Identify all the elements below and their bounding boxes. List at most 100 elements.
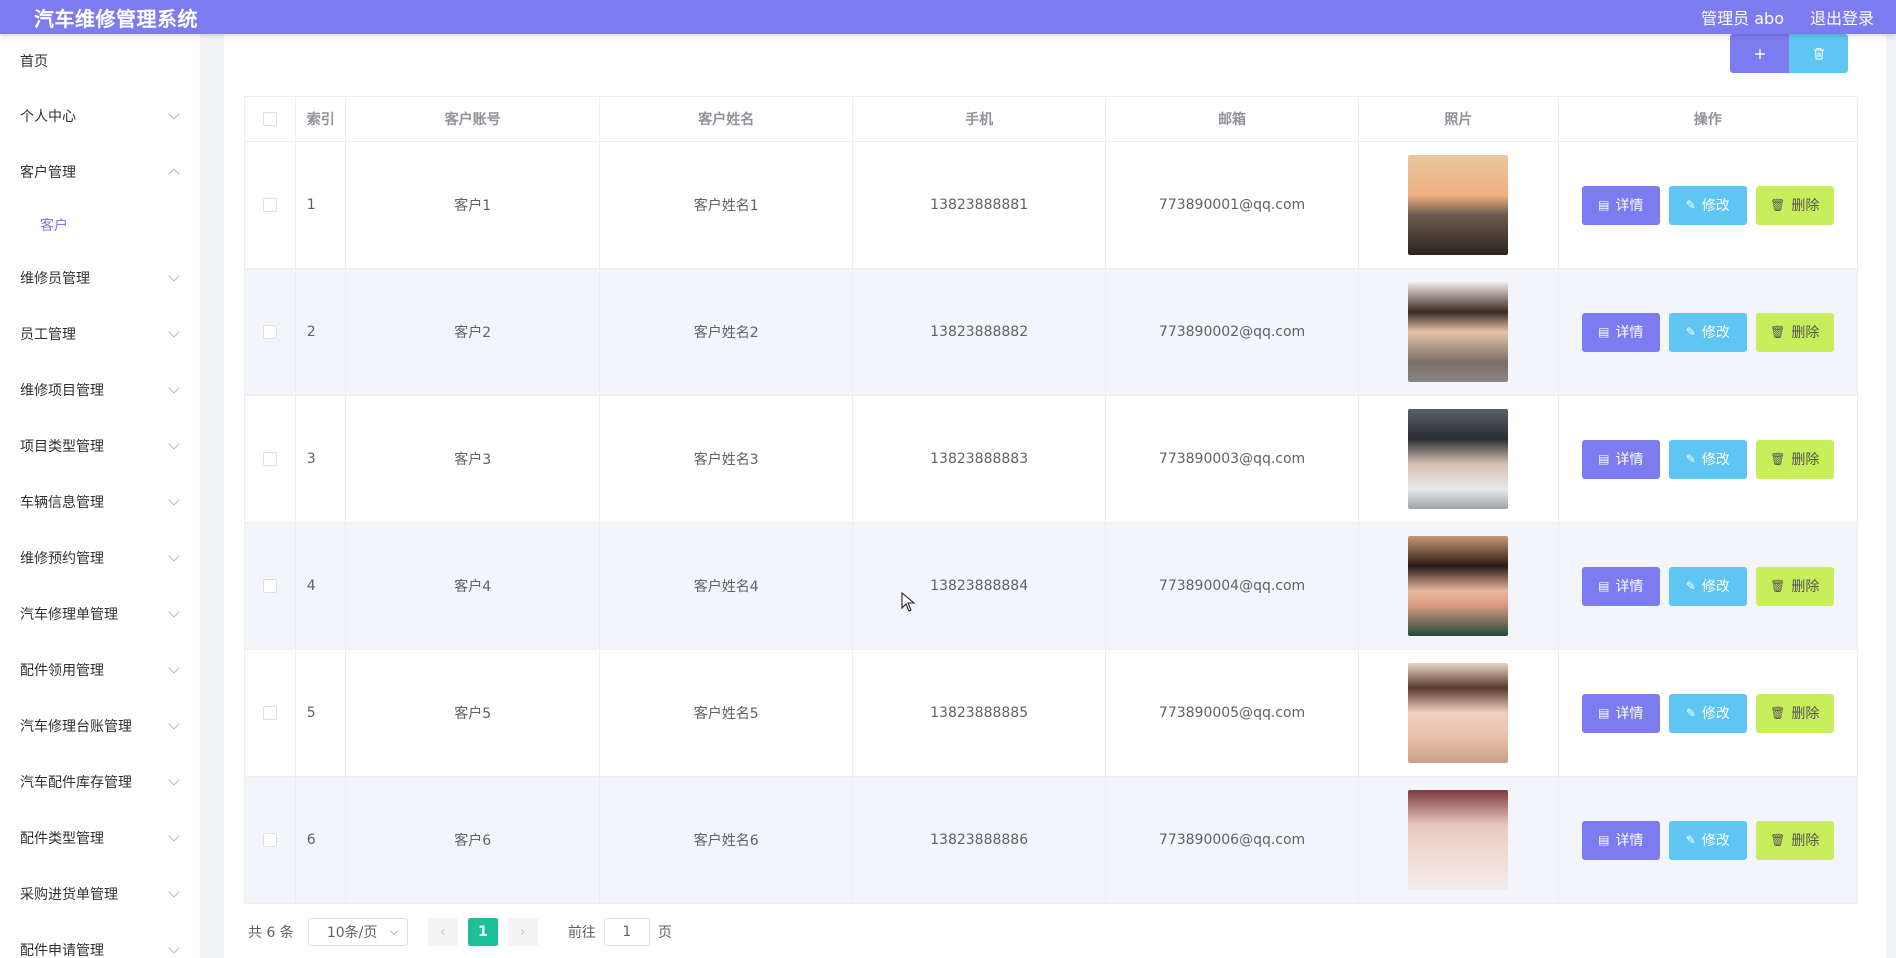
detail-button[interactable]: ▤ 详情 xyxy=(1581,693,1660,733)
sidebar-item-repair-booking-management[interactable]: 维修预约管理 xyxy=(0,530,200,586)
main-content: 索引 客户账号 客户姓名 手机 邮箱 照片 操作 1 客户1 客户姓名1 138… xyxy=(224,34,1886,958)
detail-button[interactable]: ▤ 详情 xyxy=(1581,439,1660,479)
cell-name: 客户姓名5 xyxy=(598,649,854,777)
next-page-button[interactable]: › xyxy=(507,918,538,946)
cell-index: 6 xyxy=(294,776,347,904)
delete-button[interactable]: 🗑 删除 xyxy=(1755,312,1834,352)
cell-phone: 13823888882 xyxy=(852,268,1106,396)
sidebar-item-customer-management[interactable]: 客户管理 xyxy=(0,144,200,200)
header-actions: 操作 xyxy=(1557,96,1859,142)
table-row: 6 客户6 客户姓名6 13823888886 773890006@qq.com… xyxy=(244,776,1859,904)
cell-actions: ▤ 详情 ✎ 修改 🗑 删除 xyxy=(1557,522,1859,650)
sidebar-item-repair-ledger-management[interactable]: 汽车修理台账管理 xyxy=(0,698,200,754)
sidebar-item-label: 配件类型管理 xyxy=(20,831,104,847)
mouse-cursor-icon xyxy=(901,592,915,612)
sidebar-item-personal-center[interactable]: 个人中心 xyxy=(0,88,200,144)
sidebar-item-home[interactable]: 首页 xyxy=(0,34,200,88)
prev-page-button[interactable]: ‹ xyxy=(427,918,458,946)
logout-link[interactable]: 退出登录 xyxy=(1810,5,1874,29)
sidebar-subitem-customer[interactable]: 客户 xyxy=(0,200,200,250)
cell-actions: ▤ 详情 ✎ 修改 🗑 删除 xyxy=(1557,649,1859,777)
delete-button[interactable]: 🗑 删除 xyxy=(1755,693,1834,733)
sidebar-item-label: 客户 xyxy=(40,218,68,234)
sidebar-item-repair-project-management[interactable]: 维修项目管理 xyxy=(0,362,200,418)
customer-photo[interactable] xyxy=(1408,536,1509,636)
trash-icon: 🗑 xyxy=(1770,579,1786,593)
delete-button[interactable]: 🗑 删除 xyxy=(1755,185,1834,225)
add-button[interactable] xyxy=(1730,34,1789,73)
trash-icon: 🗑 xyxy=(1770,452,1786,466)
user-label[interactable]: 管理员 abo xyxy=(1701,5,1784,29)
customer-photo[interactable] xyxy=(1408,663,1509,763)
cell-photo xyxy=(1358,522,1559,650)
cell-email: 773890002@qq.com xyxy=(1104,268,1360,396)
edit-button[interactable]: ✎ 修改 xyxy=(1668,566,1747,606)
edit-button[interactable]: ✎ 修改 xyxy=(1668,693,1747,733)
customer-photo[interactable] xyxy=(1408,155,1509,255)
sidebar-item-parts-usage-management[interactable]: 配件领用管理 xyxy=(0,642,200,698)
document-icon: ▤ xyxy=(1598,198,1610,212)
toolbar xyxy=(1730,34,1848,73)
row-checkbox[interactable] xyxy=(262,198,277,212)
edit-label: 修改 xyxy=(1701,198,1730,214)
customer-photo[interactable] xyxy=(1408,409,1509,509)
sidebar-item-label: 员工管理 xyxy=(20,327,76,343)
sidebar-item-repairman-management[interactable]: 维修员管理 xyxy=(0,250,200,306)
row-checkbox[interactable] xyxy=(262,579,277,593)
sidebar-item-parts-request-management[interactable]: 配件申请管理 xyxy=(0,922,200,958)
plus-icon xyxy=(1754,48,1765,59)
cell-account: 客户5 xyxy=(345,649,600,777)
page-size-select[interactable]: 10条/页 xyxy=(307,918,408,946)
sidebar-item-label: 汽车配件库存管理 xyxy=(20,775,132,791)
delete-button[interactable]: 🗑 删除 xyxy=(1755,820,1834,860)
cell-index: 4 xyxy=(294,522,347,650)
customer-photo[interactable] xyxy=(1408,282,1509,382)
delete-button[interactable]: 🗑 删除 xyxy=(1755,439,1834,479)
chevron-down-icon xyxy=(168,326,180,338)
chevron-down-icon xyxy=(168,942,180,954)
row-checkbox[interactable] xyxy=(262,706,277,720)
chevron-right-icon: › xyxy=(520,924,526,940)
detail-button[interactable]: ▤ 详情 xyxy=(1581,820,1660,860)
select-all-checkbox[interactable] xyxy=(262,112,277,126)
detail-button[interactable]: ▤ 详情 xyxy=(1581,185,1660,225)
document-icon: ▤ xyxy=(1598,452,1610,466)
detail-label: 详情 xyxy=(1615,452,1644,468)
sidebar-item-label: 汽车修理单管理 xyxy=(20,607,118,623)
sidebar-item-repair-order-management[interactable]: 汽车修理单管理 xyxy=(0,586,200,642)
batch-delete-button[interactable] xyxy=(1789,34,1848,73)
cell-phone: 13823888883 xyxy=(852,395,1106,523)
detail-button[interactable]: ▤ 详情 xyxy=(1581,312,1660,352)
cell-account: 客户4 xyxy=(345,522,600,650)
sidebar-item-label: 配件领用管理 xyxy=(20,663,104,679)
table-row: 5 客户5 客户姓名5 13823888885 773890005@qq.com… xyxy=(244,649,1859,777)
row-checkbox[interactable] xyxy=(262,325,277,339)
page-number-current[interactable]: 1 xyxy=(467,918,498,946)
app-title: 汽车维修管理系统 xyxy=(34,6,198,31)
sidebar-item-vehicle-info-management[interactable]: 车辆信息管理 xyxy=(0,474,200,530)
sidebar-item-parts-inventory-management[interactable]: 汽车配件库存管理 xyxy=(0,754,200,810)
sidebar-item-label: 维修员管理 xyxy=(20,271,90,287)
row-checkbox[interactable] xyxy=(262,452,277,466)
chevron-down-icon xyxy=(168,886,180,898)
row-checkbox[interactable] xyxy=(262,833,277,847)
header-email: 邮箱 xyxy=(1104,96,1360,142)
chevron-down-icon xyxy=(168,606,180,618)
header-photo: 照片 xyxy=(1358,96,1559,142)
edit-button[interactable]: ✎ 修改 xyxy=(1668,312,1747,352)
detail-button[interactable]: ▤ 详情 xyxy=(1581,566,1660,606)
pencil-icon: ✎ xyxy=(1685,833,1696,847)
sidebar-item-parts-type-management[interactable]: 配件类型管理 xyxy=(0,810,200,866)
sidebar-item-purchase-order-management[interactable]: 采购进货单管理 xyxy=(0,866,200,922)
edit-button[interactable]: ✎ 修改 xyxy=(1668,820,1747,860)
delete-label: 删除 xyxy=(1791,833,1820,849)
sidebar-item-project-type-management[interactable]: 项目类型管理 xyxy=(0,418,200,474)
goto-page-input[interactable] xyxy=(603,918,650,946)
delete-button[interactable]: 🗑 删除 xyxy=(1755,566,1834,606)
pencil-icon: ✎ xyxy=(1685,706,1696,720)
edit-button[interactable]: ✎ 修改 xyxy=(1668,439,1747,479)
sidebar-item-staff-management[interactable]: 员工管理 xyxy=(0,306,200,362)
customer-photo[interactable] xyxy=(1408,790,1509,890)
edit-button[interactable]: ✎ 修改 xyxy=(1668,185,1747,225)
document-icon: ▤ xyxy=(1598,833,1610,847)
